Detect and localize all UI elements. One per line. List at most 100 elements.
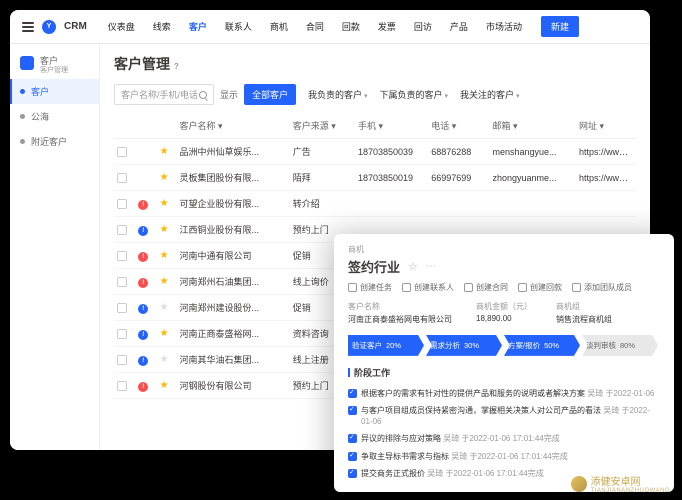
nav-item[interactable]: 客户: [182, 16, 214, 37]
filter-all[interactable]: 全部客户: [244, 84, 296, 105]
sidebar-item[interactable]: 公海: [10, 104, 99, 129]
panel-field: 客户名称河南正商泰盛裕网电有限公司: [348, 301, 452, 325]
checkbox-icon[interactable]: [348, 452, 357, 461]
panel-action[interactable]: 创建任务: [348, 282, 392, 293]
pipeline-stage[interactable]: 方案/报价50%: [504, 335, 580, 356]
task-item[interactable]: 争取主导标书需求与指标 吴琦 于2022-01-06 17:01:44完成: [348, 448, 660, 465]
checkbox-icon[interactable]: [348, 469, 357, 478]
watermark-icon: [571, 476, 587, 492]
logo-icon: Y: [42, 20, 56, 34]
detail-panel: 商机 签约行业 ☆ ⋯ 创建任务创建联系人创建合同创建回款添加团队成员 客户名称…: [334, 234, 674, 492]
customer-name[interactable]: 河南中通有限公司: [177, 243, 290, 269]
row-checkbox[interactable]: [117, 277, 127, 287]
customer-name[interactable]: 河南正商泰盛裕网...: [177, 321, 290, 347]
customer-name[interactable]: 河南郑州石油集团...: [177, 269, 290, 295]
new-button[interactable]: 新建: [541, 16, 579, 37]
table-header[interactable]: 客户来源 ▾: [290, 113, 355, 139]
table-row[interactable]: ★灵板集团股份有限...陌拜1870385001966997699zhongyu…: [114, 165, 636, 191]
pipeline-stage[interactable]: 谈判审核80%: [582, 335, 658, 356]
row-checkbox[interactable]: [117, 381, 127, 391]
customer-name[interactable]: 江西铜业股份有限...: [177, 217, 290, 243]
nav-item[interactable]: 发票: [371, 16, 403, 37]
sidebar-subtitle: 客户管理: [40, 67, 68, 75]
row-checkbox[interactable]: [117, 251, 127, 261]
section-label: 阶段工作: [348, 366, 660, 379]
sidebar-item[interactable]: 客户: [10, 79, 99, 104]
star-icon[interactable]: ★: [160, 328, 169, 339]
star-icon[interactable]: ★: [160, 146, 169, 157]
customer-name[interactable]: 河钢股份有限公司: [177, 373, 290, 399]
watermark: 添健安卓网 TIANJIANANZHUOWANG: [571, 473, 670, 494]
panel-action[interactable]: 添加团队成员: [572, 282, 632, 293]
panel-field: 商机金额（元）18,890.00: [476, 301, 532, 325]
checkbox-icon[interactable]: [348, 406, 357, 415]
nav-item[interactable]: 联系人: [218, 16, 259, 37]
table-header[interactable]: 手机 ▾: [355, 113, 428, 139]
task-item[interactable]: 与客户项目组成员保持紧密沟通，掌握相关决策人对公司产品的看法 吴琦 于2022-…: [348, 402, 660, 430]
star-icon[interactable]: ★: [160, 224, 169, 235]
brand: CRM: [64, 21, 87, 32]
nav-item[interactable]: 回款: [335, 16, 367, 37]
help-icon[interactable]: ?: [174, 62, 179, 71]
checkbox-icon[interactable]: [348, 389, 357, 398]
table-row[interactable]: ★品洲中州仙草娱乐...广告1870385003968876288menshan…: [114, 139, 636, 165]
search-input[interactable]: 客户名称/手机/电话: [114, 84, 214, 105]
row-checkbox[interactable]: [117, 225, 127, 235]
checkbox-icon[interactable]: [348, 434, 357, 443]
task-item[interactable]: 根据客户的需求有针对性的提供产品和服务的说明或者解决方案 吴琦 于2022-01…: [348, 385, 660, 402]
table-row[interactable]: !★可望企业股份有限...转介绍: [114, 191, 636, 217]
filter-dropdown[interactable]: 下属负责的客户: [374, 86, 454, 104]
customer-icon: [20, 56, 34, 70]
nav-item[interactable]: 产品: [443, 16, 475, 37]
customer-name[interactable]: 品洲中州仙草娱乐...: [177, 139, 290, 165]
row-checkbox[interactable]: [117, 355, 127, 365]
nav-item[interactable]: 商机: [263, 16, 295, 37]
panel-subtitle: 商机: [348, 244, 660, 255]
nav-item[interactable]: 仪表盘: [101, 16, 142, 37]
table-header[interactable]: 客户名称 ▾: [177, 113, 290, 139]
customer-name[interactable]: 可望企业股份有限...: [177, 191, 290, 217]
panel-action[interactable]: 创建合同: [464, 282, 508, 293]
more-icon[interactable]: ⋯: [426, 261, 436, 272]
table-header[interactable]: 网址 ▾: [576, 113, 636, 139]
row-checkbox[interactable]: [117, 173, 127, 183]
show-label: 显示: [220, 88, 238, 101]
filter-dropdown[interactable]: 我关注的客户: [454, 86, 525, 104]
panel-title: 签约行业: [348, 257, 400, 276]
top-nav: 仪表盘线索客户联系人商机合同回款发票回访产品市场活动: [101, 16, 529, 37]
star-icon[interactable]: ★: [160, 302, 169, 313]
search-icon: [199, 91, 207, 99]
nav-item[interactable]: 合同: [299, 16, 331, 37]
table-header[interactable]: 邮箱 ▾: [489, 113, 576, 139]
panel-field: 商机组销售流程商机组: [556, 301, 612, 325]
customer-name[interactable]: 灵板集团股份有限...: [177, 165, 290, 191]
sidebar-title: 客户: [40, 56, 68, 67]
row-checkbox[interactable]: [117, 329, 127, 339]
star-icon[interactable]: ★: [160, 380, 169, 391]
panel-action[interactable]: 创建回款: [518, 282, 562, 293]
row-checkbox[interactable]: [117, 199, 127, 209]
star-icon[interactable]: ★: [160, 276, 169, 287]
customer-name[interactable]: 河南郑州建设股份...: [177, 295, 290, 321]
nav-item[interactable]: 线索: [146, 16, 178, 37]
page-title: 客户管理 ?: [114, 54, 636, 74]
star-icon[interactable]: ★: [160, 172, 169, 183]
pipeline-stage[interactable]: 验证客户20%: [348, 335, 424, 356]
filter-dropdown[interactable]: 我负责的客户: [302, 86, 373, 104]
nav-item[interactable]: 市场活动: [479, 16, 529, 37]
pipeline-stage[interactable]: 需求分析30%: [426, 335, 502, 356]
menu-icon[interactable]: [22, 22, 34, 32]
star-icon[interactable]: ★: [160, 250, 169, 261]
sidebar-item[interactable]: 附近客户: [10, 129, 99, 154]
panel-action[interactable]: 创建联系人: [402, 282, 454, 293]
star-icon[interactable]: ★: [160, 354, 169, 365]
task-item[interactable]: 异议的排除与应对策略 吴琦 于2022-01-06 17:01:44完成: [348, 430, 660, 447]
row-checkbox[interactable]: [117, 147, 127, 157]
sidebar-header: 客户 客户管理: [10, 52, 99, 79]
customer-name[interactable]: 河南其华油石集团...: [177, 347, 290, 373]
table-header[interactable]: 电话 ▾: [428, 113, 489, 139]
nav-item[interactable]: 回访: [407, 16, 439, 37]
row-checkbox[interactable]: [117, 303, 127, 313]
star-icon[interactable]: ☆: [408, 260, 418, 273]
star-icon[interactable]: ★: [160, 198, 169, 209]
